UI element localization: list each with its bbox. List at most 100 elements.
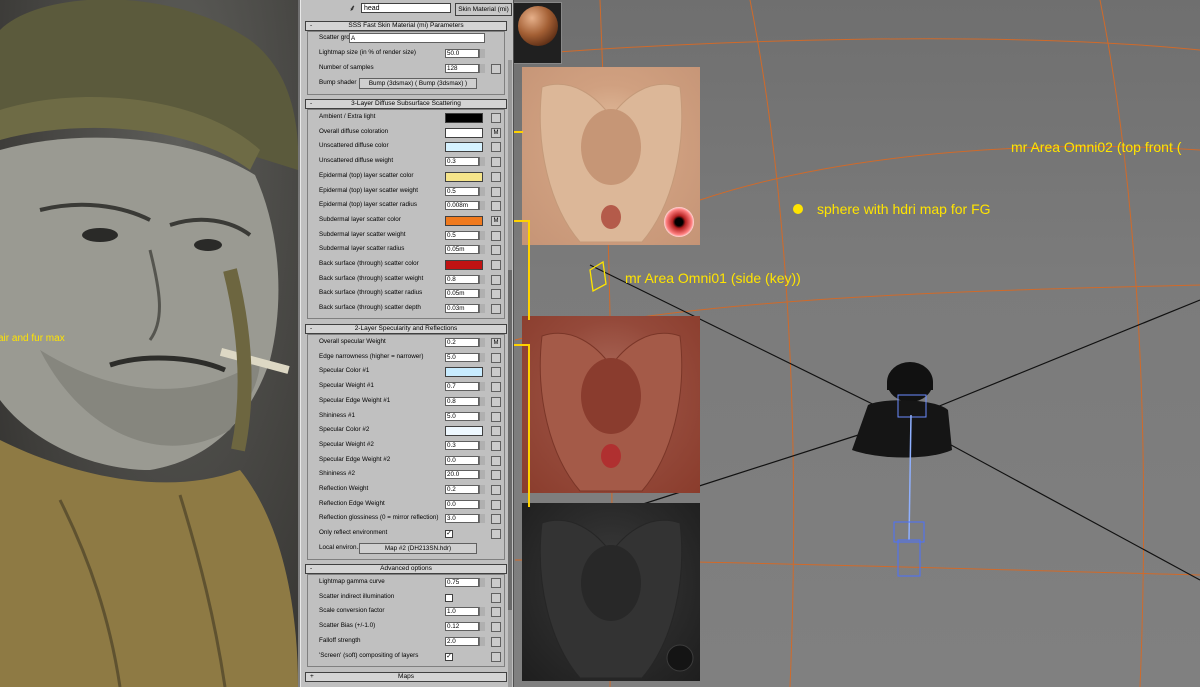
value-spinner[interactable]: 0.0 (445, 499, 479, 509)
map-button[interactable] (491, 352, 501, 363)
rollout-advanced-header[interactable]: - Advanced options (305, 564, 507, 574)
spinner-arrows[interactable] (479, 485, 485, 494)
map-button[interactable] (491, 592, 501, 603)
map-button[interactable] (491, 607, 501, 618)
scatter-group-input[interactable]: A (349, 33, 485, 43)
map-button[interactable] (491, 514, 501, 525)
spinner-arrows[interactable] (479, 382, 485, 392)
bump-shader-button[interactable]: Bump (3dsmax) ( Bump (3dsmax) ) (359, 78, 477, 89)
checkbox[interactable]: ✓ (445, 530, 453, 539)
map-button[interactable] (491, 455, 501, 466)
checkbox[interactable]: ✓ (445, 652, 453, 661)
color-swatch[interactable] (445, 260, 483, 270)
spinner-arrows[interactable] (479, 201, 485, 211)
map-button[interactable] (491, 186, 501, 197)
map-button[interactable] (491, 113, 501, 123)
value-spinner[interactable]: 0.2 (445, 485, 479, 494)
map-button[interactable] (491, 201, 501, 212)
value-spinner[interactable]: 0.5 (445, 186, 479, 196)
spinner-arrows[interactable] (479, 440, 485, 450)
spinner-arrows[interactable] (479, 186, 485, 196)
spinner-arrows[interactable] (479, 338, 485, 347)
panel-scrollbar-thumb[interactable] (508, 270, 512, 610)
map-button[interactable] (491, 411, 501, 422)
material-type-button[interactable]: Skin Material (mi) (455, 3, 512, 16)
map-button[interactable] (491, 245, 501, 256)
map-button[interactable] (491, 260, 501, 270)
map-button[interactable] (491, 230, 501, 241)
map-button[interactable] (491, 157, 501, 168)
spinner-arrows[interactable] (479, 607, 485, 617)
map-button[interactable] (491, 382, 501, 393)
map-button[interactable] (491, 426, 501, 437)
num-samples-spinner[interactable]: 128 (445, 64, 479, 73)
value-spinner[interactable]: 0.008m (445, 201, 479, 211)
rollout-specular-header[interactable]: - 2-Layer Specularity and Reflections (305, 324, 507, 334)
value-spinner[interactable]: 0.8 (445, 396, 479, 406)
spinner-arrows[interactable] (479, 157, 485, 167)
spinner-arrows[interactable] (479, 411, 485, 421)
map-button[interactable] (491, 622, 501, 633)
map-button[interactable] (491, 64, 501, 74)
spinner-arrows[interactable] (479, 514, 485, 524)
spinner-arrows[interactable] (479, 499, 485, 509)
spinner-arrows[interactable] (479, 470, 485, 480)
value-spinner[interactable]: 0.2 (445, 338, 479, 347)
map-button[interactable] (491, 396, 501, 407)
value-spinner[interactable]: 3.0 (445, 514, 479, 524)
color-swatch[interactable] (445, 426, 483, 437)
color-swatch[interactable] (445, 171, 483, 182)
spinner-arrows[interactable] (479, 274, 485, 284)
spinner-arrows[interactable] (479, 230, 485, 240)
value-spinner[interactable]: 0.03m (445, 304, 479, 314)
material-name-field[interactable]: head (361, 3, 451, 13)
rollout-sss-header[interactable]: - SSS Fast Skin Material (mi) Parameters (305, 21, 507, 31)
checkbox[interactable] (445, 593, 453, 602)
color-swatch[interactable] (445, 127, 483, 138)
map-button[interactable] (491, 142, 501, 153)
value-spinner[interactable]: 0.12 (445, 622, 479, 632)
value-spinner[interactable]: 0.7 (445, 382, 479, 392)
spinner-arrows[interactable] (479, 289, 485, 299)
map-button[interactable] (491, 367, 501, 378)
map-button[interactable] (491, 470, 501, 481)
spinner-arrows[interactable] (479, 352, 485, 362)
spinner-arrows[interactable] (479, 396, 485, 406)
value-spinner[interactable]: 0.5 (445, 230, 479, 240)
rollout-diffuse-header[interactable]: - 3-Layer Diffuse Subsurface Scattering (305, 99, 507, 109)
value-spinner[interactable]: 1.0 (445, 607, 479, 617)
map-button[interactable]: M (491, 215, 501, 226)
value-spinner[interactable]: 0.3 (445, 157, 479, 167)
map-button[interactable] (491, 651, 501, 662)
value-spinner[interactable]: 20.0 (445, 470, 479, 480)
environment-map-button[interactable]: Map #2 (DH213SN.hdr) (359, 543, 477, 554)
value-spinner[interactable]: 0.0 (445, 455, 479, 465)
value-spinner[interactable]: 2.0 (445, 636, 479, 646)
value-spinner[interactable]: 0.3 (445, 440, 479, 450)
value-spinner[interactable]: 5.0 (445, 411, 479, 421)
color-swatch[interactable] (445, 142, 483, 153)
lightmap-size-spinner[interactable]: 50.0 (445, 49, 479, 58)
value-spinner[interactable]: 0.75 (445, 578, 479, 587)
map-button[interactable] (491, 529, 501, 540)
value-spinner[interactable]: 0.05m (445, 245, 479, 255)
spinner-arrows[interactable] (479, 64, 485, 73)
color-swatch[interactable] (445, 367, 483, 378)
spinner-arrows[interactable] (479, 49, 485, 58)
map-button[interactable] (491, 485, 501, 495)
map-button[interactable] (491, 578, 501, 588)
map-button[interactable] (491, 274, 501, 285)
value-spinner[interactable]: 0.8 (445, 274, 479, 284)
map-button[interactable] (491, 440, 501, 451)
spinner-arrows[interactable] (479, 245, 485, 255)
spinner-arrows[interactable] (479, 622, 485, 632)
map-button[interactable] (491, 304, 501, 315)
spinner-arrows[interactable] (479, 455, 485, 465)
value-spinner[interactable]: 0.05m (445, 289, 479, 299)
rollout-maps-header[interactable]: + Maps (305, 672, 507, 682)
map-button[interactable] (491, 499, 501, 510)
map-button[interactable] (491, 636, 501, 647)
map-button[interactable]: M (491, 127, 501, 138)
color-swatch[interactable] (445, 113, 483, 123)
material-preview-sphere[interactable] (518, 6, 558, 46)
